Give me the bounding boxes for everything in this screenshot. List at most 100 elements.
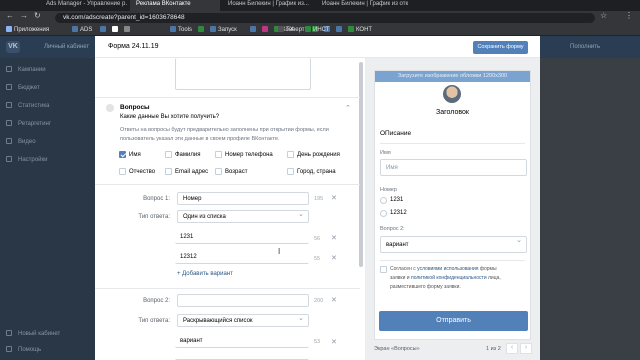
question-1-input[interactable]: Номер [177, 192, 309, 205]
sidebar-item-new-cabinet[interactable]: Новый кабинет [6, 330, 60, 337]
answer-type-select[interactable]: Один из списка [177, 210, 309, 223]
checkbox-patronymic[interactable] [119, 168, 126, 175]
save-form-button[interactable]: Сохранить форму [473, 41, 528, 54]
question-2-input[interactable] [177, 294, 309, 307]
option-input[interactable]: вариант [175, 335, 309, 348]
checkbox-city[interactable] [287, 168, 294, 175]
bookmark[interactable]: Tools [170, 26, 192, 33]
section-toggle-icon[interactable] [106, 104, 114, 112]
bookmark-icon [250, 26, 256, 32]
next-screen-button[interactable]: › [520, 343, 532, 354]
star-icon[interactable]: ☆ [600, 11, 607, 20]
checkbox-age[interactable] [215, 168, 222, 175]
bookmark-tx[interactable]: TX [278, 26, 294, 33]
option-input[interactable] [175, 352, 309, 360]
bookmark-icon [198, 26, 204, 32]
top-up-link[interactable]: Пополнить [570, 44, 600, 50]
checkbox-label: Имя [129, 152, 141, 158]
bookmark[interactable]: Запуск [210, 26, 237, 33]
description-textarea[interactable] [175, 58, 311, 90]
remove-option-icon[interactable]: ✕ [331, 234, 337, 242]
help-icon [6, 346, 12, 352]
sidebar-item-budget[interactable]: Бюджет [6, 84, 40, 91]
option-input[interactable]: 12312 [175, 251, 309, 264]
browser-tab[interactable]: Ads Manager - Управление р… [40, 0, 128, 11]
apps-icon [6, 26, 12, 32]
name-input[interactable]: Имя [380, 159, 527, 176]
remove-question-icon[interactable]: ✕ [331, 194, 337, 202]
browser-tab[interactable]: Иоанн Билекин | График из открыть… [316, 0, 408, 11]
checkbox-last-name[interactable] [165, 151, 172, 158]
answer-type-label: Тип ответа: [138, 214, 170, 220]
bookmark[interactable] [198, 26, 206, 33]
pager-label: 1 из 2 [486, 346, 501, 352]
checkbox-email[interactable] [165, 168, 172, 175]
back-icon[interactable]: ← [6, 11, 14, 20]
checkbox-phone[interactable] [215, 151, 222, 158]
bookmark[interactable] [112, 26, 120, 33]
scrollbar[interactable] [359, 62, 363, 267]
option-input[interactable]: 1231 [175, 231, 309, 244]
privacy-link[interactable]: политикой конфиденциальности [411, 275, 487, 281]
add-option-link[interactable]: + Добавить вариант [177, 271, 233, 277]
checkbox-birthday[interactable] [287, 151, 294, 158]
account-switcher[interactable]: Личный кабинет [44, 44, 89, 50]
consent-text: заявки и политикой конфиденциальности ли… [390, 275, 501, 281]
submit-button[interactable]: Отправить [379, 311, 528, 331]
collapse-icon[interactable]: ⌃ [345, 104, 351, 112]
bookmark-icon [210, 26, 216, 32]
menu-icon[interactable]: ⋮ [625, 11, 633, 20]
folder-icon [124, 26, 130, 32]
cover-upload[interactable]: Загрузите изображение обложки 1200x300 [375, 71, 530, 82]
radio-label: 12312 [390, 210, 407, 216]
terms-link[interactable]: условиями использования [417, 266, 478, 272]
video-icon [6, 138, 12, 144]
page-background [540, 58, 640, 360]
remove-question-icon[interactable]: ✕ [331, 296, 337, 304]
bookmark[interactable] [250, 26, 258, 33]
browser-tab-active[interactable]: Реклама ВКонтакте [130, 0, 220, 11]
bookmark[interactable] [100, 26, 108, 33]
checkbox-label: День рождения [297, 152, 340, 158]
forward-icon[interactable]: → [20, 11, 28, 20]
prev-screen-button[interactable]: ‹ [506, 343, 518, 354]
reload-icon[interactable]: ↻ [34, 11, 41, 20]
sidebar-item-campaigns[interactable]: Кампании [6, 66, 46, 73]
radio-option[interactable] [380, 210, 387, 217]
section-title: Вопросы [120, 104, 150, 111]
address-bar[interactable]: vk.com/adscreate?parent_id=1603678648 [55, 13, 595, 23]
bookmark-inst[interactable]: ИНСТ [305, 26, 329, 33]
bookmark-icon [112, 26, 118, 32]
bookmark-icon [305, 26, 311, 32]
bookmark-apps[interactable]: Приложения [6, 26, 49, 33]
radio-option[interactable] [380, 197, 387, 204]
sidebar-item-video[interactable]: Видео [6, 138, 36, 145]
avatar [441, 83, 463, 105]
sidebar: Кампании Бюджет Статистика Ретаргетинг В… [0, 58, 95, 360]
sidebar-item-help[interactable]: Помощь [6, 346, 41, 353]
bookmark[interactable] [336, 26, 344, 33]
char-counter: 56 [314, 236, 321, 242]
checkbox-first-name[interactable] [119, 151, 126, 158]
answer-type-select[interactable]: Раскрывающийся список [177, 314, 309, 327]
bookmark[interactable]: ADS [72, 26, 92, 33]
sidebar-item-stats[interactable]: Статистика [6, 102, 50, 109]
remove-option-icon[interactable]: ✕ [331, 338, 337, 346]
remove-option-icon[interactable]: ✕ [331, 254, 337, 262]
answer-type-label: Тип ответа: [138, 318, 170, 324]
settings-icon [6, 156, 12, 162]
radio-label: 1231 [390, 197, 404, 203]
question-2-label: Вопрос 2: [143, 298, 170, 304]
vk-logo-icon[interactable]: VK [6, 41, 20, 53]
consent-checkbox[interactable] [380, 266, 387, 273]
bookmark-icon [348, 26, 354, 32]
browser-tab[interactable]: Иоанн Билекин | График из... [222, 0, 314, 11]
section-hint: Ответы на вопросы будут предварительно з… [120, 127, 329, 133]
browser-tabstrip: Ads Manager - Управление р… Реклама ВКон… [0, 0, 640, 11]
bookmark[interactable] [262, 26, 270, 33]
bookmark[interactable] [124, 26, 132, 33]
bookmark-kont[interactable]: КОНТ [348, 26, 372, 33]
sidebar-item-settings[interactable]: Настройки [6, 156, 47, 163]
sidebar-item-retargeting[interactable]: Ретаргетинг [6, 120, 51, 127]
question-2-select[interactable]: вариант [380, 236, 527, 253]
